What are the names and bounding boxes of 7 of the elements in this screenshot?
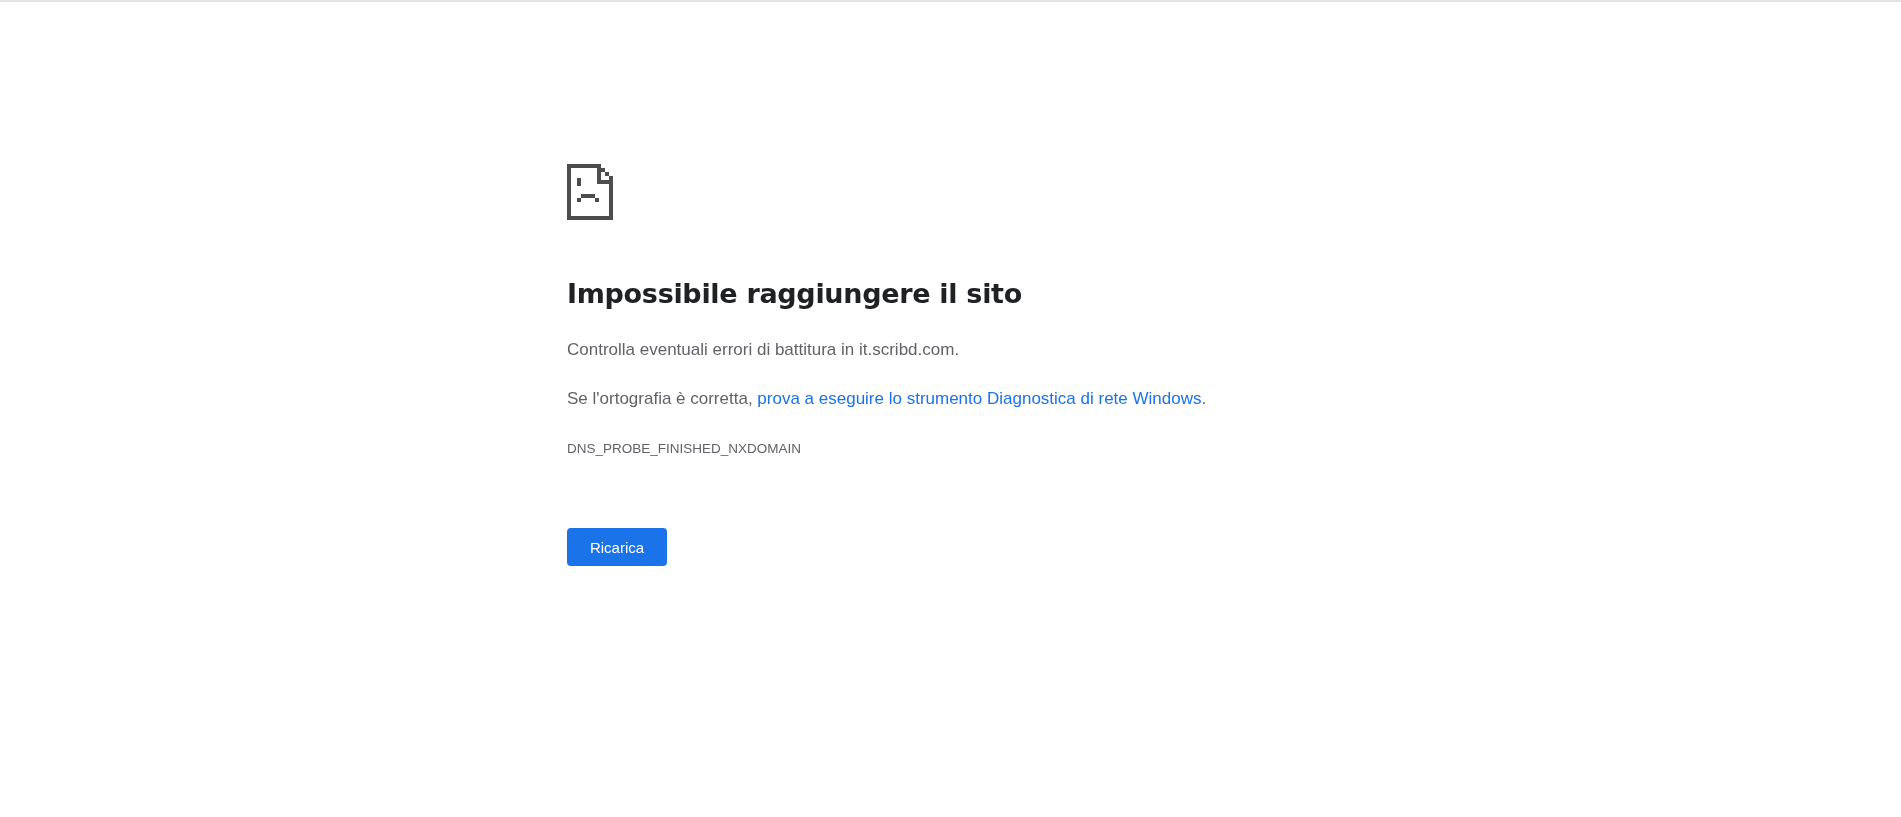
- reload-button[interactable]: Ricarica: [567, 528, 667, 566]
- check-spelling-text: Controlla eventuali errori di battitura in it.scribd.com.: [567, 339, 960, 361]
- error-heading: Impossibile raggiungere il sito: [567, 277, 1022, 311]
- suggestion-text: Se l'ortografia è corretta, prova a eseguire lo strumento Diagnostica di rete Windows.: [567, 388, 1207, 410]
- diagnostics-link[interactable]: prova a eseguire lo strumento Diagnostica di rete Windows: [757, 389, 1202, 408]
- sad-page-icon: [567, 164, 613, 220]
- error-code: DNS_PROBE_FINISHED_NXDOMAIN: [567, 440, 802, 458]
